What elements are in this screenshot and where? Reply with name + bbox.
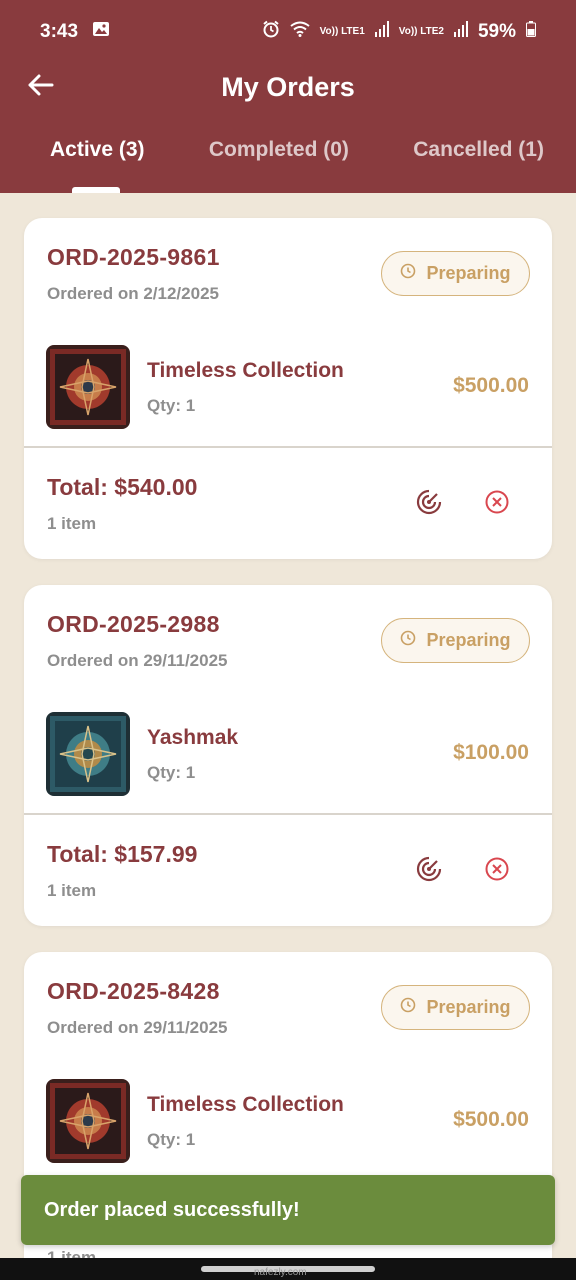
signal-icon <box>374 21 389 43</box>
product-thumbnail <box>46 345 130 429</box>
sim2-label: Vo)) LTE2 <box>398 26 444 37</box>
status-time: 3:43 <box>40 21 79 42</box>
track-order-button[interactable] <box>414 856 444 886</box>
item-count: 1 item <box>47 514 97 533</box>
back-button[interactable] <box>24 70 56 104</box>
battery-icon <box>526 21 536 43</box>
cancel-order-button[interactable] <box>482 856 512 886</box>
status-label: Preparing <box>426 630 511 650</box>
battery-percent: 59% <box>477 21 516 42</box>
status-badge: Preparing <box>381 251 530 296</box>
divider <box>24 446 552 448</box>
order-id: ORD-2025-9861 <box>47 244 220 270</box>
order-date: Ordered on 29/11/2025 <box>47 651 228 670</box>
clock-icon <box>400 630 416 651</box>
arrow-left-icon <box>26 73 54 102</box>
tab-cancelled[interactable]: Cancelled (1) <box>413 138 544 178</box>
status-badge: Preparing <box>381 985 530 1030</box>
cancel-order-button[interactable] <box>482 489 512 519</box>
cancel-circle-icon <box>484 489 510 520</box>
status-bar: 3:43 Vo)) LTE1 Vo)) LTE2 59% <box>0 0 576 64</box>
order-total: Total: $157.99 <box>47 841 198 867</box>
product-thumbnail <box>46 712 130 796</box>
order-id: ORD-2025-8428 <box>47 978 220 1004</box>
page-title: My Orders <box>221 71 355 102</box>
radar-icon <box>416 489 442 520</box>
signal-icon <box>453 21 468 43</box>
snackbar-message: Order placed successfully! <box>44 1198 300 1221</box>
sim1-label: Vo)) LTE1 <box>319 26 365 37</box>
order-total: Total: $540.00 <box>47 474 198 500</box>
radar-icon <box>416 856 442 887</box>
tab-completed[interactable]: Completed (0) <box>209 138 349 178</box>
track-order-button[interactable] <box>414 489 444 519</box>
system-nav-bar: nafezly.com <box>0 1258 576 1280</box>
snackbar: Order placed successfully! <box>21 1175 555 1245</box>
clock-icon <box>400 263 416 284</box>
divider <box>24 813 552 815</box>
order-card[interactable]: ORD-2025-9861 Ordered on 2/12/2025 Prepa… <box>24 218 552 559</box>
item-count: 1 item <box>47 881 97 900</box>
status-label: Preparing <box>426 263 511 283</box>
item-qty: Qty: 1 <box>147 396 196 415</box>
order-id: ORD-2025-2988 <box>47 611 220 637</box>
status-badge: Preparing <box>381 618 530 663</box>
wifi-icon <box>289 21 310 43</box>
order-date: Ordered on 2/12/2025 <box>47 284 219 303</box>
order-tabs: Active (3) Completed (0) Cancelled (1) <box>0 138 576 178</box>
watermark: nafezly.com <box>254 1267 307 1278</box>
item-price: $500.00 <box>453 1108 529 1131</box>
order-date: Ordered on 29/11/2025 <box>47 1018 228 1037</box>
alarm-icon <box>262 20 280 44</box>
tab-active[interactable]: Active (3) <box>50 138 145 178</box>
item-qty: Qty: 1 <box>147 1130 196 1149</box>
clock-icon <box>400 997 416 1018</box>
item-price: $500.00 <box>453 374 529 397</box>
status-label: Preparing <box>426 997 511 1017</box>
item-qty: Qty: 1 <box>147 763 196 782</box>
app-bar: 3:43 Vo)) LTE1 Vo)) LTE2 59% My Orders A… <box>0 0 576 193</box>
item-price: $100.00 <box>453 741 529 764</box>
image-notification-icon <box>92 20 110 44</box>
item-name: Yashmak <box>147 726 239 749</box>
cancel-circle-icon <box>484 856 510 887</box>
item-name: Timeless Collection <box>147 1093 344 1116</box>
order-card[interactable]: ORD-2025-2988 Ordered on 29/11/2025 Prep… <box>24 585 552 926</box>
product-thumbnail <box>46 1079 130 1163</box>
item-name: Timeless Collection <box>147 359 344 382</box>
tab-indicator <box>72 187 120 193</box>
